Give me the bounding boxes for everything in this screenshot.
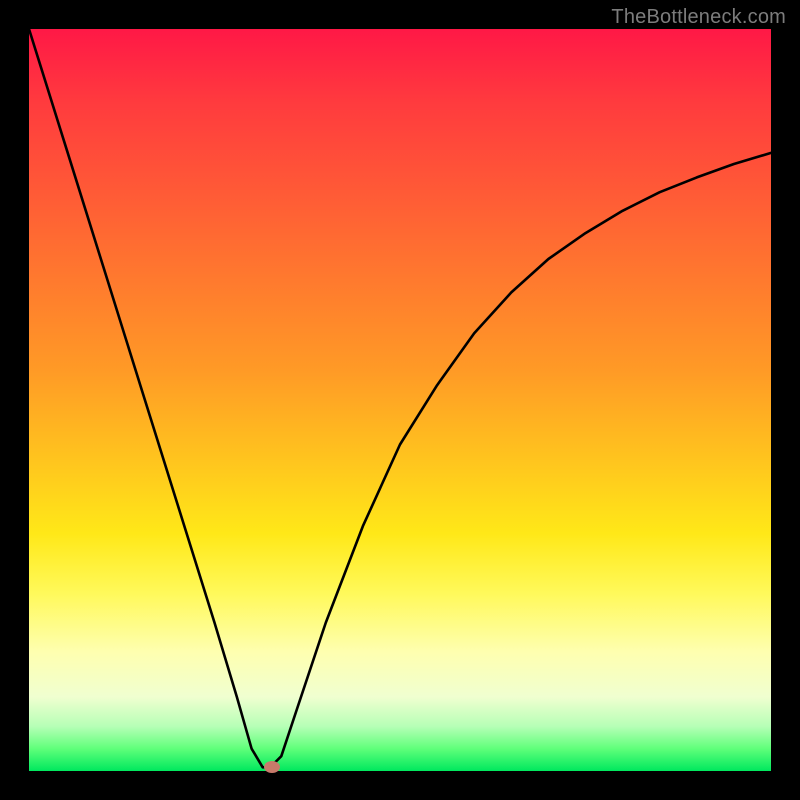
watermark-text: TheBottleneck.com: [611, 6, 786, 29]
chart-frame: TheBottleneck.com: [0, 0, 800, 800]
plot-area: [29, 29, 771, 771]
bottleneck-curve: [29, 29, 771, 771]
optimum-marker: [264, 761, 280, 773]
